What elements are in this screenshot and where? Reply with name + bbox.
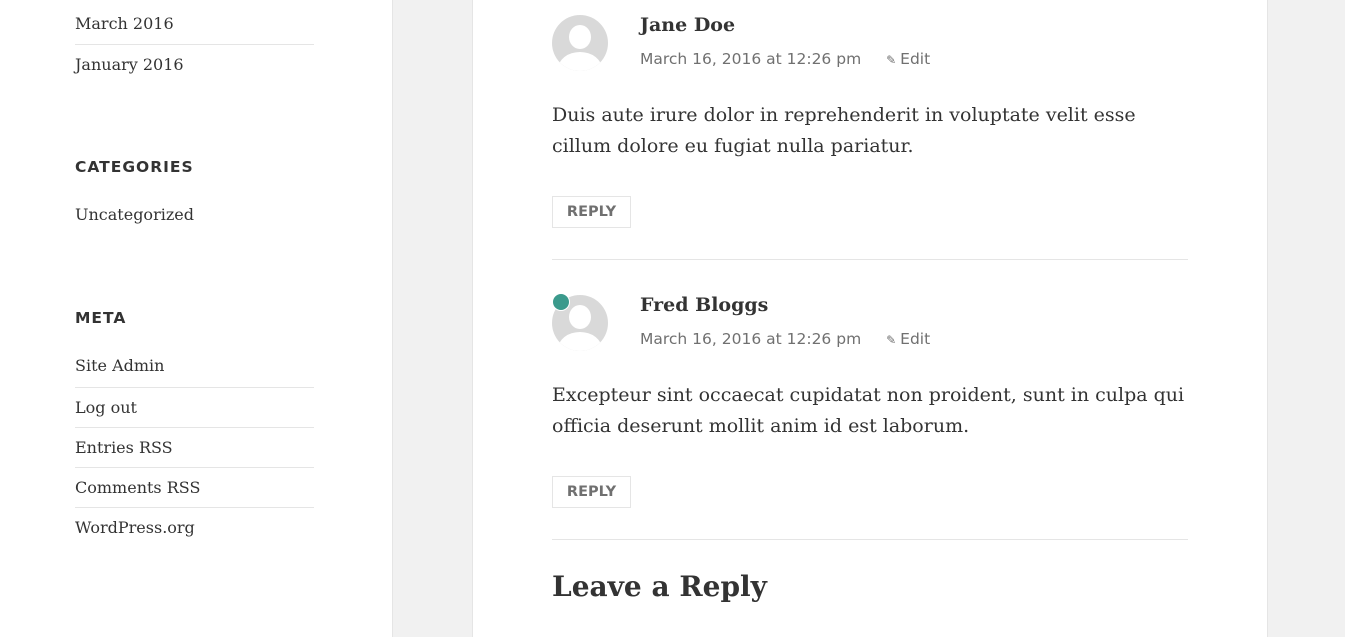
list-item: March 2016 (75, 4, 314, 44)
comment-author-name[interactable]: Fred Bloggs (640, 294, 768, 316)
main-content: Jane Doe March 16, 2016 at 12:26 pm ✎ Edi… (472, 0, 1268, 637)
edit-label: Edit (900, 50, 931, 68)
list-item: Uncategorized (75, 196, 314, 236)
list-item: Site Admin (75, 347, 314, 387)
leave-reply-title: Leave a Reply (552, 570, 767, 603)
reply-button[interactable]: REPLY (552, 476, 631, 508)
comment-jane-doe: Jane Doe March 16, 2016 at 12:26 pm ✎ Edi… (552, 0, 1188, 260)
category-link-uncategorized[interactable]: Uncategorized (75, 205, 194, 224)
edit-link[interactable]: ✎ Edit (886, 330, 930, 348)
edit-label: Edit (900, 330, 931, 348)
list-item: January 2016 (75, 44, 314, 84)
list-item: Entries RSS (75, 427, 314, 467)
pencil-icon: ✎ (886, 53, 897, 67)
meta-link-log-out[interactable]: Log out (75, 398, 137, 417)
comment-body: Excepteur sint occaecat cupidatat non pr… (552, 384, 1185, 437)
archive-link-march-2016[interactable]: March 2016 (75, 14, 174, 33)
comment-fred-bloggs: Fred Bloggs March 16, 2016 at 12:26 pm ✎… (552, 280, 1188, 540)
archives-list: March 2016 January 2016 (75, 4, 314, 84)
meta-widget-title: META (75, 309, 127, 327)
post-author-badge-icon (552, 293, 570, 311)
comment-body: Duis aute irure dolor in reprehenderit i… (552, 104, 1136, 157)
list-item: Log out (75, 387, 314, 427)
categories-widget-title: CATEGORIES (75, 158, 194, 176)
comment-date-link[interactable]: March 16, 2016 at 12:26 pm (640, 330, 861, 348)
comment-metadata: March 16, 2016 at 12:26 pm ✎ Edit (640, 330, 930, 348)
categories-list: Uncategorized (75, 196, 314, 236)
meta-list: Site Admin Log out Entries RSS Comments … (75, 347, 314, 547)
pencil-icon: ✎ (886, 333, 897, 347)
meta-link-site-admin[interactable]: Site Admin (75, 356, 164, 375)
list-item: WordPress.org (75, 507, 314, 547)
comment-author-name[interactable]: Jane Doe (640, 14, 735, 36)
user-avatar-icon (552, 15, 608, 71)
archive-link-january-2016[interactable]: January 2016 (75, 55, 184, 74)
comment-metadata: March 16, 2016 at 12:26 pm ✎ Edit (640, 50, 930, 68)
list-item: Comments RSS (75, 467, 314, 507)
edit-link[interactable]: ✎ Edit (886, 50, 930, 68)
comment-date-link[interactable]: March 16, 2016 at 12:26 pm (640, 50, 861, 68)
reply-button[interactable]: REPLY (552, 196, 631, 228)
meta-link-entries-rss[interactable]: Entries RSS (75, 438, 173, 457)
meta-link-comments-rss[interactable]: Comments RSS (75, 478, 200, 497)
meta-link-wordpress-org[interactable]: WordPress.org (75, 518, 195, 537)
sidebar: March 2016 January 2016 CATEGORIES Uncat… (0, 0, 393, 637)
